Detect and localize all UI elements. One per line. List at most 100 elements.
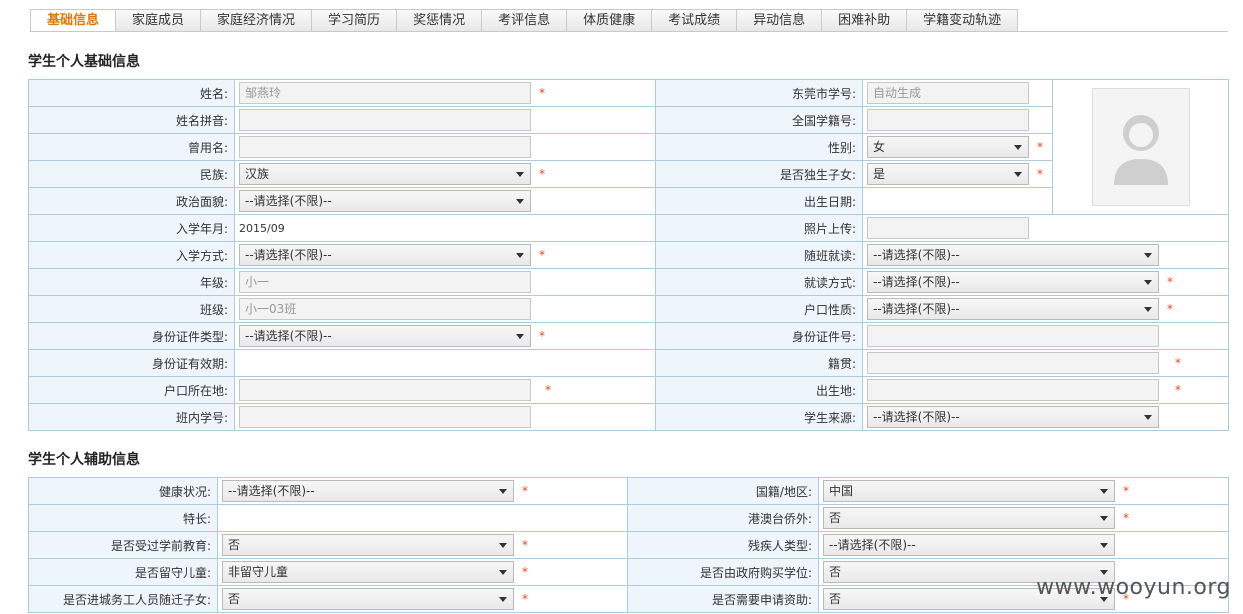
grade-label: 年级:	[28, 268, 235, 296]
id-type-value: --请选择(不限)--	[245, 329, 332, 343]
tab-3[interactable]: 学习简历	[312, 9, 398, 32]
ethnic-select[interactable]: 汉族	[239, 163, 531, 185]
chevron-down-icon	[516, 172, 524, 177]
tab-4[interactable]: 奖惩情况	[397, 9, 483, 32]
class-label: 班级:	[28, 295, 235, 323]
talent-label: 特长:	[28, 504, 218, 532]
nationality-value: 中国	[829, 484, 854, 498]
chevron-down-icon	[1144, 307, 1152, 312]
chevron-down-icon	[499, 489, 507, 494]
left-behind-label: 是否留守儿童:	[28, 558, 218, 586]
tab-10[interactable]: 学籍变动轨迹	[907, 9, 1019, 32]
tab-8[interactable]: 异动信息	[737, 9, 823, 32]
class-no-label: 班内学号:	[28, 403, 235, 431]
study-mode-select[interactable]: --请选择(不限)--	[867, 271, 1159, 293]
talent-value[interactable]	[217, 504, 628, 532]
chevron-down-icon	[1014, 145, 1022, 150]
required-mark: *	[1167, 302, 1173, 316]
nationality-select[interactable]: 中国	[823, 480, 1115, 502]
national-id-input[interactable]	[867, 109, 1029, 131]
migrant-select[interactable]: 否	[222, 588, 514, 610]
only-child-select[interactable]: 是	[867, 163, 1029, 185]
ethnic-label: 民族:	[28, 160, 235, 188]
tab-1[interactable]: 家庭成员	[116, 9, 202, 32]
required-mark: *	[539, 248, 545, 262]
only-child-label: 是否独生子女:	[655, 160, 863, 188]
id-no-input[interactable]	[867, 325, 1159, 347]
tab-9[interactable]: 困难补助	[822, 9, 908, 32]
chevron-down-icon	[516, 334, 524, 339]
required-mark: *	[522, 484, 528, 498]
id-valid-value[interactable]	[234, 349, 656, 377]
pinyin-input[interactable]	[239, 109, 531, 131]
required-mark: *	[522, 592, 528, 606]
former-name-input[interactable]	[239, 136, 531, 158]
former-name-label: 曾用名:	[28, 133, 235, 161]
birthdate-value[interactable]	[862, 187, 1053, 215]
birthplace-input[interactable]	[867, 379, 1159, 401]
overseas-select[interactable]: 否	[823, 507, 1115, 529]
enroll-mode-select[interactable]: --请选择(不限)--	[239, 244, 531, 266]
pinyin-label: 姓名拼音:	[28, 106, 235, 134]
id-type-select[interactable]: --请选择(不限)--	[239, 325, 531, 347]
grade-input[interactable]: 小一	[239, 271, 531, 293]
required-mark: *	[539, 329, 545, 343]
native-label: 籍贯:	[655, 349, 863, 377]
chevron-down-icon	[1014, 172, 1022, 177]
source-value: --请选择(不限)--	[873, 410, 960, 424]
tab-6[interactable]: 体质健康	[567, 9, 653, 32]
avatar-placeholder-icon	[1091, 88, 1190, 206]
national-id-label: 全国学籍号:	[655, 106, 863, 134]
dg-id-label: 东莞市学号:	[655, 79, 863, 107]
source-select[interactable]: --请选择(不限)--	[867, 406, 1159, 428]
name-input[interactable]: 邹燕玲	[239, 82, 531, 104]
required-mark: *	[1167, 275, 1173, 289]
preschool-label: 是否受过学前教育:	[28, 531, 218, 559]
gender-value: 女	[873, 140, 886, 154]
gender-select[interactable]: 女	[867, 136, 1029, 158]
chevron-down-icon	[516, 253, 524, 258]
disability-value: --请选择(不限)--	[829, 538, 916, 552]
enroll-mode-label: 入学方式:	[28, 241, 235, 269]
gov-purchase-value: 否	[829, 565, 842, 579]
tab-7[interactable]: 考试成绩	[652, 9, 738, 32]
photo-upload-input[interactable]	[867, 217, 1029, 239]
tab-2[interactable]: 家庭经济情况	[201, 9, 313, 32]
tab-5[interactable]: 考评信息	[482, 9, 568, 32]
political-select[interactable]: --请选择(不限)--	[239, 190, 531, 212]
follow-class-select[interactable]: --请选择(不限)--	[867, 244, 1159, 266]
preschool-select[interactable]: 否	[222, 534, 514, 556]
dg-id-input[interactable]: 自动生成	[867, 82, 1029, 104]
tab-0[interactable]: 基础信息	[30, 9, 117, 32]
chevron-down-icon	[1144, 253, 1152, 258]
hukou-type-label: 户口性质:	[655, 295, 863, 323]
required-mark: *	[1037, 140, 1043, 154]
required-mark: *	[522, 538, 528, 552]
name-label: 姓名:	[28, 79, 235, 107]
hukou-loc-input[interactable]	[239, 379, 531, 401]
id-no-label: 身份证件号:	[655, 322, 863, 350]
study-mode-value: --请选择(不限)--	[873, 275, 960, 289]
health-select[interactable]: --请选择(不限)--	[222, 480, 514, 502]
hukou-type-value: --请选择(不限)--	[873, 302, 960, 316]
chevron-down-icon	[516, 199, 524, 204]
left-behind-value: 非留守儿童	[228, 565, 289, 579]
required-mark: *	[545, 383, 551, 397]
health-label: 健康状况:	[28, 477, 218, 505]
birthdate-label: 出生日期:	[655, 187, 863, 215]
overseas-label: 港澳台侨外:	[627, 504, 819, 532]
required-mark: *	[539, 86, 545, 100]
disability-select[interactable]: --请选择(不限)--	[823, 534, 1115, 556]
class-input[interactable]: 小一03班	[239, 298, 531, 320]
watermark: www.wooyun.org	[1036, 575, 1231, 600]
photo-upload-label: 照片上传:	[655, 214, 863, 242]
aid-value: 否	[829, 592, 842, 606]
enroll-mode-value: --请选择(不限)--	[245, 248, 332, 262]
chevron-down-icon	[499, 570, 507, 575]
class-no-input[interactable]	[239, 406, 531, 428]
tab-bar: 基础信息 家庭成员 家庭经济情况 学习简历 奖惩情况 考评信息 体质健康 考试成绩 异动信息 困难…	[30, 9, 1019, 32]
left-behind-select[interactable]: 非留守儿童	[222, 561, 514, 583]
native-input[interactable]	[867, 352, 1159, 374]
chevron-down-icon	[1144, 280, 1152, 285]
hukou-type-select[interactable]: --请选择(不限)--	[867, 298, 1159, 320]
